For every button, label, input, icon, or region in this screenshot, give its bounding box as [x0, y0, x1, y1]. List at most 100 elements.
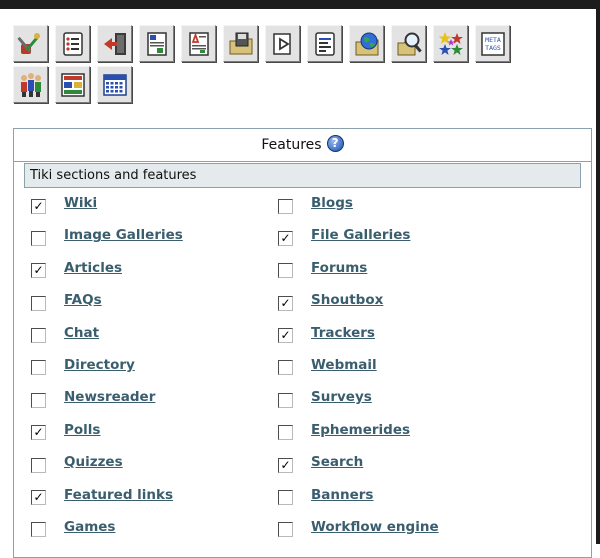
feature-item: Webmail	[278, 354, 377, 376]
feature-checkbox[interactable]	[278, 522, 293, 538]
feature-checkbox[interactable]	[278, 263, 293, 279]
article-page-icon	[188, 31, 209, 56]
window-top-bar	[0, 0, 600, 9]
feature-link[interactable]: Search	[311, 454, 363, 470]
login-settings-button[interactable]	[97, 25, 132, 62]
feature-checkbox[interactable]: ✓	[278, 230, 293, 246]
feature-checkbox[interactable]	[31, 360, 46, 376]
feature-item: Directory	[31, 354, 135, 376]
feature-checkbox[interactable]: ✓	[278, 295, 293, 311]
feature-link[interactable]: Directory	[64, 357, 135, 373]
panel-title-bar: Features ?	[14, 129, 591, 162]
feature-checkbox[interactable]	[278, 360, 293, 376]
feature-checkbox[interactable]: ✓	[278, 328, 293, 344]
feature-link[interactable]: Image Galleries	[64, 227, 183, 243]
feature-item: Forums	[278, 257, 367, 279]
feature-link[interactable]: Shoutbox	[311, 292, 383, 308]
feature-row: ✓ Articles Forums	[14, 257, 593, 289]
feature-row: Games Workflow engine	[14, 516, 593, 548]
feature-row: ✓ Featured links Banners	[14, 484, 593, 516]
feature-link[interactable]: Banners	[311, 487, 373, 503]
feature-item: Ephemerides	[278, 419, 410, 441]
feature-link[interactable]: Polls	[64, 422, 100, 438]
floppy-folder-icon	[229, 32, 252, 54]
feature-row: Quizzes ✓ Search	[14, 451, 593, 483]
feature-checkbox[interactable]	[31, 392, 46, 408]
calendar-settings-button[interactable]	[97, 66, 132, 103]
feature-checkbox[interactable]: ✓	[31, 490, 46, 506]
feature-checkbox[interactable]: ✓	[31, 263, 46, 279]
feature-checkbox[interactable]	[278, 425, 293, 441]
login-icon	[103, 32, 126, 55]
feature-item: Surveys	[278, 386, 372, 408]
section-header: Tiki sections and features	[24, 163, 581, 188]
toolbar-row-1: META TAGS	[13, 25, 583, 62]
feature-checkbox[interactable]: ✓	[278, 457, 293, 473]
feature-link[interactable]: Chat	[64, 325, 99, 341]
feature-item: ✓ Trackers	[278, 322, 375, 344]
wiki-settings-button[interactable]	[139, 25, 174, 62]
general-settings-button[interactable]	[13, 25, 48, 62]
feature-row: Chat ✓ Trackers	[14, 322, 593, 354]
meta-tags-settings-button[interactable]: META TAGS	[475, 25, 510, 62]
feature-item: ✓ Articles	[31, 257, 122, 279]
feature-checkbox[interactable]	[31, 230, 46, 246]
svg-text:TAGS: TAGS	[485, 44, 501, 52]
feature-row: ✓ Wiki Blogs	[14, 192, 593, 224]
feature-checkbox[interactable]: ✓	[31, 425, 46, 441]
feature-link[interactable]: Newsreader	[64, 389, 155, 405]
file-galleries-settings-button[interactable]	[223, 25, 258, 62]
feature-link[interactable]: Games	[64, 519, 115, 535]
feature-item: ✓ Search	[278, 451, 363, 473]
feature-item: Quizzes	[31, 451, 123, 473]
feature-link[interactable]: Workflow engine	[311, 519, 439, 535]
admin-toolbar: META TAGS	[13, 25, 583, 107]
feature-item: Workflow engine	[278, 516, 439, 538]
feature-link[interactable]: File Galleries	[311, 227, 410, 243]
feature-checkbox[interactable]	[31, 522, 46, 538]
feature-link[interactable]: Articles	[64, 260, 122, 276]
export-settings-button[interactable]	[265, 25, 300, 62]
layout-settings-button[interactable]	[55, 66, 90, 103]
feature-item: FAQs	[31, 289, 102, 311]
feature-item: Chat	[31, 322, 99, 344]
feature-item: Newsreader	[31, 386, 155, 408]
feature-link[interactable]: Ephemerides	[311, 422, 410, 438]
ratings-settings-button[interactable]	[433, 25, 468, 62]
feature-checkbox[interactable]	[278, 490, 293, 506]
feature-checkbox[interactable]	[278, 392, 293, 408]
feature-checkbox[interactable]	[31, 295, 46, 311]
feature-checkbox[interactable]	[278, 198, 293, 214]
feature-checkbox[interactable]	[31, 457, 46, 473]
articles-settings-button[interactable]	[181, 25, 216, 62]
globe-folder-icon	[355, 32, 378, 55]
feature-item: ✓ File Galleries	[278, 224, 410, 246]
feature-item: ✓ Polls	[31, 419, 100, 441]
feature-link[interactable]: FAQs	[64, 292, 102, 308]
feature-checkbox[interactable]: ✓	[31, 198, 46, 214]
feature-link[interactable]: Forums	[311, 260, 367, 276]
stars-icon	[438, 31, 463, 55]
feature-row: Image Galleries ✓ File Galleries	[14, 224, 593, 256]
feature-link[interactable]: Featured links	[64, 487, 173, 503]
search-settings-button[interactable]	[391, 25, 426, 62]
export-icon	[272, 32, 291, 55]
directory-settings-button[interactable]	[349, 25, 384, 62]
help-icon[interactable]: ?	[326, 134, 344, 152]
feature-link[interactable]: Webmail	[311, 357, 377, 373]
text-settings-button[interactable]	[307, 25, 342, 62]
features-list: ✓ Wiki Blogs Image Galleries ✓ File Gall…	[14, 192, 593, 548]
tools-icon	[16, 32, 40, 54]
features-list-button[interactable]	[55, 25, 90, 62]
feature-link[interactable]: Surveys	[311, 389, 372, 405]
toolbar-row-2	[13, 66, 583, 103]
feature-link[interactable]: Quizzes	[64, 454, 123, 470]
feature-row: Newsreader Surveys	[14, 386, 593, 418]
feature-link[interactable]: Trackers	[311, 325, 375, 341]
svg-text:META: META	[485, 36, 501, 44]
feature-checkbox[interactable]	[31, 328, 46, 344]
feature-link[interactable]: Blogs	[311, 195, 353, 211]
feature-link[interactable]: Wiki	[64, 195, 97, 211]
features-panel: Features ? Tiki sections and features ✓ …	[13, 128, 592, 558]
users-settings-button[interactable]	[13, 66, 48, 103]
